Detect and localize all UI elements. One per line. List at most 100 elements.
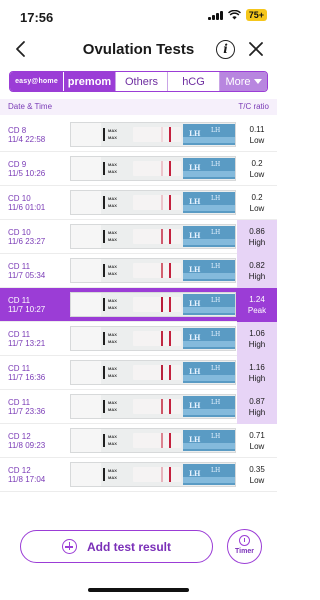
- tab-others[interactable]: Others: [116, 72, 168, 91]
- cycle-day: CD 12: [8, 466, 31, 475]
- strip-lh-label: LH: [189, 299, 201, 308]
- strip-result-window: [133, 127, 181, 142]
- cycle-day: CD 12: [8, 432, 31, 441]
- strip-grip: [71, 327, 101, 350]
- test-line: [161, 161, 163, 176]
- test-row[interactable]: CD 11 11/7 13:21 MAX MAX LH LH 1.06 High: [0, 322, 277, 356]
- test-row[interactable]: CD 11 11/7 16:36 MAX MAX LH LH 1.16 High: [0, 356, 277, 390]
- test-row[interactable]: CD 11 11/7 05:34 MAX MAX LH LH 0.82 High: [0, 254, 277, 288]
- strip-lh-label: LH: [211, 263, 221, 270]
- test-row[interactable]: CD 12 11/8 09:23 MAX MAX LH LH 0.71 Low: [0, 424, 277, 458]
- test-datetime: 11/6 23:27: [8, 237, 46, 246]
- tab-easy-at-home[interactable]: easy@home: [10, 72, 64, 91]
- strip-lh-label: LH: [211, 297, 221, 304]
- nav-bar: Ovulation Tests i: [0, 34, 277, 64]
- test-line: [161, 127, 163, 142]
- test-line: [161, 229, 163, 244]
- strip-brand-area: LH LH: [183, 124, 235, 145]
- test-strip-image: MAX MAX LH LH: [70, 360, 236, 385]
- tab-premom[interactable]: premom: [64, 72, 116, 91]
- battery-icon: 75+: [245, 9, 267, 21]
- test-datetime: 11/7 16:36: [8, 373, 46, 382]
- tc-ratio-value: 0.2: [251, 193, 263, 202]
- column-headers: Date & Time T/C ratio: [0, 99, 277, 115]
- tc-ratio-value: 0.35: [249, 465, 265, 474]
- control-line: [169, 467, 171, 482]
- timer-button[interactable]: Timer: [227, 529, 262, 564]
- strip-max-label: MAX: [108, 339, 117, 344]
- test-strip-image: MAX MAX LH LH: [70, 292, 236, 317]
- test-datetime: 11/6 01:01: [8, 203, 46, 212]
- tc-ratio-value: 0.2: [251, 159, 263, 168]
- strip-lh-label: LH: [211, 127, 221, 134]
- test-datetime: 11/8 17:04: [8, 475, 46, 484]
- test-row[interactable]: CD 10 11/6 23:27 MAX MAX LH LH 0.86 High: [0, 220, 277, 254]
- strip-max-label: MAX: [108, 373, 117, 378]
- tab-hcg[interactable]: hCG: [168, 72, 220, 91]
- test-strip-image: MAX MAX LH LH: [70, 462, 236, 487]
- status-time: 17:56: [20, 10, 54, 25]
- test-row[interactable]: CD 10 11/6 01:01 MAX MAX LH LH 0.2 Low: [0, 186, 277, 220]
- ratio-cell: 0.2 Low: [237, 152, 277, 186]
- strip-grip: [71, 157, 101, 180]
- ratio-cell: 1.24 Peak: [237, 288, 277, 322]
- ratio-cell: 1.16 High: [237, 356, 277, 390]
- strip-max-label: MAX: [108, 332, 117, 337]
- tab-more-label: More: [225, 75, 251, 88]
- strip-lh-label: LH: [189, 333, 201, 342]
- test-line: [161, 365, 163, 380]
- cycle-day: CD 11: [8, 330, 31, 339]
- timer-label: Timer: [235, 548, 254, 555]
- strip-lh-label: LH: [189, 435, 201, 444]
- strip-grip: [71, 123, 101, 146]
- strip-grip: [71, 191, 101, 214]
- strip-grip: [71, 259, 101, 282]
- strip-max-label: MAX: [108, 434, 117, 439]
- tc-ratio-value: 0.87: [249, 397, 265, 406]
- back-chevron-icon[interactable]: [12, 40, 30, 58]
- strip-brand-area: LH LH: [183, 328, 235, 349]
- strip-max-label: MAX: [108, 441, 117, 446]
- tc-ratio-value: 0.11: [249, 125, 265, 134]
- info-icon[interactable]: i: [216, 40, 235, 59]
- brand-tabs: easy@home premom Others hCG More: [9, 71, 268, 92]
- strip-max-label: MAX: [108, 305, 117, 310]
- ratio-cell: 0.11 Low: [237, 118, 277, 152]
- test-row[interactable]: CD 11 11/7 23:36 MAX MAX LH LH 0.87 High: [0, 390, 277, 424]
- wifi-icon: [227, 10, 241, 20]
- tc-ratio-level: Low: [249, 170, 265, 179]
- ratio-cell: 1.06 High: [237, 322, 277, 356]
- strip-brand-area: LH LH: [183, 430, 235, 451]
- tc-ratio-level: Low: [249, 476, 265, 485]
- test-line: [161, 331, 163, 346]
- caret-down-icon: [253, 79, 262, 84]
- page-title: Ovulation Tests: [82, 41, 195, 58]
- close-icon[interactable]: [247, 40, 265, 58]
- strip-max-label: MAX: [108, 169, 117, 174]
- test-datetime: 11/7 05:34: [8, 271, 46, 280]
- strip-lh-label: LH: [211, 467, 221, 474]
- test-row[interactable]: CD 8 11/4 22:58 MAX MAX LH LH 0.11 Low: [0, 118, 277, 152]
- status-bar: 17:56 75+: [0, 0, 277, 34]
- strip-result-window: [133, 467, 181, 482]
- control-line: [169, 365, 171, 380]
- test-row[interactable]: CD 12 11/8 17:04 MAX MAX LH LH 0.35 Low: [0, 458, 277, 492]
- test-row[interactable]: CD 9 11/5 10:26 MAX MAX LH LH 0.2 Low: [0, 152, 277, 186]
- ratio-cell: 0.2 Low: [237, 186, 277, 220]
- strip-result-window: [133, 365, 181, 380]
- tc-ratio-level: Low: [249, 136, 265, 145]
- strip-brand-area: LH LH: [183, 226, 235, 247]
- plus-circle-icon: [61, 539, 77, 554]
- test-datetime: 11/4 22:58: [8, 135, 46, 144]
- strip-dip-mark: [103, 128, 105, 141]
- strip-dip-mark: [103, 332, 105, 345]
- add-test-result-button[interactable]: Add test result: [20, 530, 213, 563]
- tc-ratio-value: 0.86: [249, 227, 265, 236]
- cycle-day: CD 11: [8, 296, 31, 305]
- cycle-day: CD 9: [8, 160, 27, 169]
- status-icons: 75+: [207, 9, 267, 21]
- test-row[interactable]: CD 11 11/7 10:27 MAX MAX LH LH 1.24 Peak: [0, 288, 277, 322]
- tc-ratio-value: 1.16: [249, 363, 265, 372]
- strip-lh-label: LH: [189, 231, 201, 240]
- tab-more[interactable]: More: [220, 72, 267, 91]
